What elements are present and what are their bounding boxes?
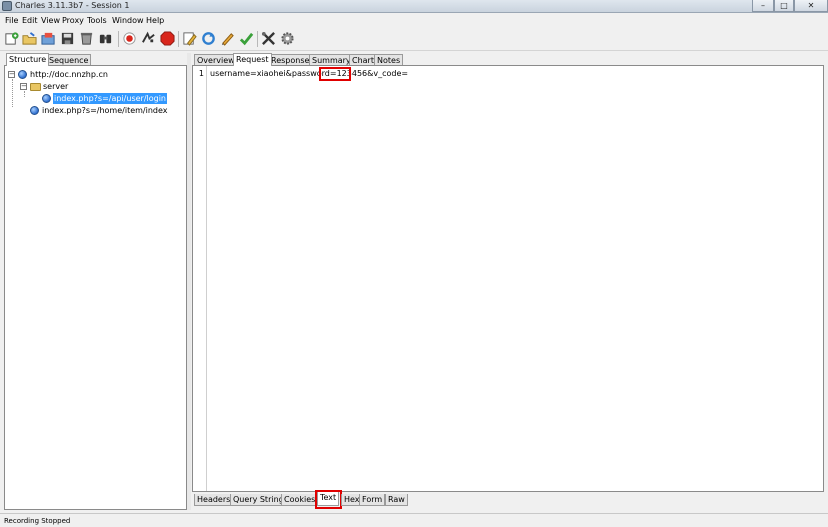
request-body-text[interactable]: username=xiaohei&password=123456&v_code= bbox=[210, 69, 408, 78]
minimize-button[interactable]: – bbox=[752, 0, 774, 12]
window-title: Charles 3.11.3b7 - Session 1 bbox=[15, 1, 130, 10]
close-session-icon[interactable] bbox=[40, 30, 57, 47]
request-icon bbox=[30, 106, 39, 115]
request-icon bbox=[42, 94, 51, 103]
maximize-button[interactable]: □ bbox=[774, 0, 794, 12]
settings-icon[interactable] bbox=[279, 30, 296, 47]
line-number-gutter: 1 bbox=[193, 66, 207, 491]
tree-folder-node[interactable]: server bbox=[43, 81, 68, 92]
toolbar-separator bbox=[118, 31, 119, 47]
line-number: 1 bbox=[198, 69, 204, 78]
compose-icon[interactable] bbox=[219, 30, 236, 47]
throttle-icon[interactable] bbox=[140, 30, 157, 47]
tree-connector bbox=[24, 91, 25, 97]
title-bar: Charles 3.11.3b7 - Session 1 – □ ✕ bbox=[0, 0, 828, 13]
tree-host-node[interactable]: http://doc.nnzhp.cn bbox=[30, 69, 108, 80]
request-subtabs: Headers Query String Cookies Text Hex Fo… bbox=[192, 490, 824, 510]
detail-panel: Overview Request Response Summary Chart … bbox=[192, 53, 824, 510]
clear-session-icon[interactable] bbox=[78, 30, 95, 47]
menu-proxy[interactable]: Proxy bbox=[62, 16, 84, 25]
status-bar: Recording Stopped bbox=[0, 513, 828, 527]
close-button[interactable]: ✕ bbox=[794, 0, 828, 12]
save-session-icon[interactable] bbox=[59, 30, 76, 47]
tree-connector bbox=[12, 79, 13, 107]
subtab-headers[interactable]: Headers bbox=[194, 494, 234, 506]
split-pane-divider[interactable] bbox=[187, 53, 191, 510]
folder-icon bbox=[30, 83, 41, 91]
validate-icon[interactable] bbox=[238, 30, 255, 47]
collapse-toggle[interactable]: − bbox=[20, 83, 27, 90]
menu-edit[interactable]: Edit bbox=[22, 16, 38, 25]
toolbar-separator bbox=[178, 31, 179, 47]
collapse-toggle[interactable]: − bbox=[8, 71, 15, 78]
tab-structure[interactable]: Structure bbox=[6, 53, 50, 66]
subtab-raw[interactable]: Raw bbox=[385, 494, 408, 506]
subtab-query-string[interactable]: Query String bbox=[230, 494, 287, 506]
find-icon[interactable] bbox=[97, 30, 114, 47]
repeat-icon[interactable] bbox=[200, 30, 217, 47]
new-session-icon[interactable] bbox=[3, 30, 20, 47]
globe-icon bbox=[18, 70, 27, 79]
request-body-viewer[interactable]: 1 username=xiaohei&password=123456&v_cod… bbox=[192, 65, 824, 492]
tab-request[interactable]: Request bbox=[233, 53, 272, 66]
menu-window[interactable]: Window bbox=[112, 16, 144, 25]
subtab-form[interactable]: Form bbox=[359, 494, 386, 506]
subtab-text[interactable]: Text bbox=[317, 492, 340, 506]
toolbar bbox=[0, 27, 828, 51]
tree-request-item[interactable]: index.php?s=/home/item/index bbox=[42, 105, 168, 116]
breakpoints-icon[interactable] bbox=[159, 30, 176, 47]
menu-tools[interactable]: Tools bbox=[87, 16, 107, 25]
status-text: Recording Stopped bbox=[4, 517, 71, 525]
structure-panel: Structure Sequence − http://doc.nnzhp.cn… bbox=[4, 53, 187, 510]
edit-icon[interactable] bbox=[181, 30, 198, 47]
record-icon[interactable] bbox=[121, 30, 138, 47]
structure-tree: − http://doc.nnzhp.cn − server index.php… bbox=[4, 65, 187, 510]
toolbar-separator bbox=[257, 31, 258, 47]
charles-app-icon bbox=[2, 1, 12, 11]
open-session-icon[interactable] bbox=[21, 30, 38, 47]
menu-view[interactable]: View bbox=[41, 16, 60, 25]
tree-selected-request[interactable]: index.php?s=/api/user/login bbox=[53, 93, 167, 104]
menu-file[interactable]: File bbox=[5, 16, 18, 25]
tools-icon[interactable] bbox=[260, 30, 277, 47]
subtab-cookies[interactable]: Cookies bbox=[281, 494, 319, 506]
menu-bar: File Edit View Proxy Tools Window Help bbox=[0, 14, 828, 27]
menu-help[interactable]: Help bbox=[146, 16, 164, 25]
